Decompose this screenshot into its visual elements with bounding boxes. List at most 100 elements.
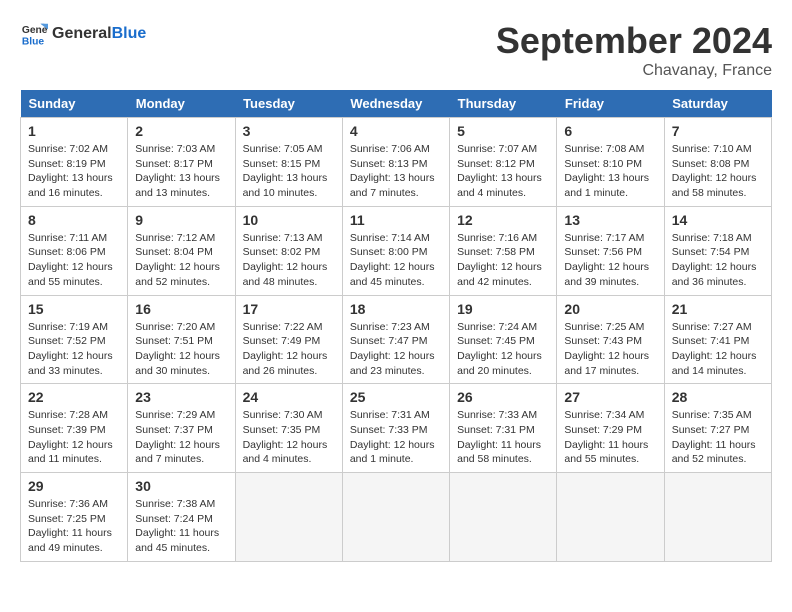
calendar-cell: 27 Sunrise: 7:34 AMSunset: 7:29 PMDayligh…	[557, 384, 664, 473]
day-number: 19	[457, 301, 549, 317]
calendar-cell: 23 Sunrise: 7:29 AMSunset: 7:37 PMDayligh…	[128, 384, 235, 473]
location-title: Chavanay, France	[496, 62, 772, 80]
day-number: 7	[672, 123, 764, 139]
day-detail: Sunrise: 7:36 AMSunset: 7:25 PMDaylight:…	[28, 497, 120, 556]
calendar-cell: 28 Sunrise: 7:35 AMSunset: 7:27 PMDayligh…	[664, 384, 771, 473]
day-number: 17	[243, 301, 335, 317]
day-detail: Sunrise: 7:07 AMSunset: 8:12 PMDaylight:…	[457, 142, 549, 201]
calendar-cell: 9 Sunrise: 7:12 AMSunset: 8:04 PMDaylight…	[128, 206, 235, 295]
calendar-cell: 22Sunrise: 7:28 AMSunset: 7:39 PMDayligh…	[21, 384, 128, 473]
calendar-cell: 15Sunrise: 7:19 AMSunset: 7:52 PMDayligh…	[21, 295, 128, 384]
day-number: 26	[457, 389, 549, 405]
day-detail: Sunrise: 7:30 AMSunset: 7:35 PMDaylight:…	[243, 408, 335, 467]
calendar-cell: 25Sunrise: 7:31 AMSunset: 7:33 PMDayligh…	[342, 384, 449, 473]
day-detail: Sunrise: 7:06 AMSunset: 8:13 PMDaylight:…	[350, 142, 442, 201]
day-detail: Sunrise: 7:33 AMSunset: 7:31 PMDaylight:…	[457, 408, 549, 467]
week-row-2: 8 Sunrise: 7:11 AMSunset: 8:06 PMDaylight…	[21, 206, 772, 295]
day-number: 10	[243, 212, 335, 228]
calendar-cell: 4Sunrise: 7:06 AMSunset: 8:13 PMDaylight…	[342, 118, 449, 207]
calendar-cell	[235, 473, 342, 562]
calendar-cell: 8 Sunrise: 7:11 AMSunset: 8:06 PMDaylight…	[21, 206, 128, 295]
day-number: 5	[457, 123, 549, 139]
calendar-cell: 20 Sunrise: 7:25 AMSunset: 7:43 PMDayligh…	[557, 295, 664, 384]
day-detail: Sunrise: 7:19 AMSunset: 7:52 PMDaylight:…	[28, 320, 120, 379]
day-number: 12	[457, 212, 549, 228]
day-detail: Sunrise: 7:10 AMSunset: 8:08 PMDaylight:…	[672, 142, 764, 201]
calendar-cell: 7 Sunrise: 7:10 AMSunset: 8:08 PMDaylight…	[664, 118, 771, 207]
day-number: 22	[28, 389, 120, 405]
logo-general: GeneralBlue	[52, 25, 146, 43]
col-header-tuesday: Tuesday	[235, 90, 342, 118]
svg-text:General: General	[22, 25, 48, 36]
calendar-cell: 6 Sunrise: 7:08 AMSunset: 8:10 PMDaylight…	[557, 118, 664, 207]
day-detail: Sunrise: 7:02 AMSunset: 8:19 PMDaylight:…	[28, 142, 120, 201]
day-number: 9	[135, 212, 227, 228]
calendar-cell: 1 Sunrise: 7:02 AMSunset: 8:19 PMDaylight…	[21, 118, 128, 207]
day-detail: Sunrise: 7:13 AMSunset: 8:02 PMDaylight:…	[243, 231, 335, 290]
col-header-friday: Friday	[557, 90, 664, 118]
calendar-cell	[557, 473, 664, 562]
day-detail: Sunrise: 7:29 AMSunset: 7:37 PMDaylight:…	[135, 408, 227, 467]
calendar-cell: 19 Sunrise: 7:24 AMSunset: 7:45 PMDayligh…	[450, 295, 557, 384]
day-detail: Sunrise: 7:12 AMSunset: 8:04 PMDaylight:…	[135, 231, 227, 290]
day-detail: Sunrise: 7:22 AMSunset: 7:49 PMDaylight:…	[243, 320, 335, 379]
header-row: SundayMondayTuesdayWednesdayThursdayFrid…	[21, 90, 772, 118]
calendar-cell: 26 Sunrise: 7:33 AMSunset: 7:31 PMDayligh…	[450, 384, 557, 473]
day-number: 11	[350, 212, 442, 228]
day-detail: Sunrise: 7:34 AMSunset: 7:29 PMDaylight:…	[564, 408, 656, 467]
week-row-4: 22Sunrise: 7:28 AMSunset: 7:39 PMDayligh…	[21, 384, 772, 473]
col-header-monday: Monday	[128, 90, 235, 118]
col-header-wednesday: Wednesday	[342, 90, 449, 118]
day-number: 6	[564, 123, 656, 139]
calendar-cell: 5 Sunrise: 7:07 AMSunset: 8:12 PMDaylight…	[450, 118, 557, 207]
calendar-cell: 11Sunrise: 7:14 AMSunset: 8:00 PMDayligh…	[342, 206, 449, 295]
day-detail: Sunrise: 7:24 AMSunset: 7:45 PMDaylight:…	[457, 320, 549, 379]
day-detail: Sunrise: 7:38 AMSunset: 7:24 PMDaylight:…	[135, 497, 227, 556]
day-number: 8	[28, 212, 120, 228]
week-row-1: 1 Sunrise: 7:02 AMSunset: 8:19 PMDaylight…	[21, 118, 772, 207]
day-number: 24	[243, 389, 335, 405]
calendar-cell: 16Sunrise: 7:20 AMSunset: 7:51 PMDayligh…	[128, 295, 235, 384]
calendar-cell: 17 Sunrise: 7:22 AMSunset: 7:49 PMDayligh…	[235, 295, 342, 384]
day-number: 2	[135, 123, 227, 139]
day-number: 23	[135, 389, 227, 405]
calendar-cell: 30Sunrise: 7:38 AMSunset: 7:24 PMDayligh…	[128, 473, 235, 562]
col-header-saturday: Saturday	[664, 90, 771, 118]
col-header-sunday: Sunday	[21, 90, 128, 118]
day-detail: Sunrise: 7:11 AMSunset: 8:06 PMDaylight:…	[28, 231, 120, 290]
calendar-cell: 29 Sunrise: 7:36 AMSunset: 7:25 PMDayligh…	[21, 473, 128, 562]
day-number: 29	[28, 478, 120, 494]
day-detail: Sunrise: 7:27 AMSunset: 7:41 PMDaylight:…	[672, 320, 764, 379]
calendar-cell: 3Sunrise: 7:05 AMSunset: 8:15 PMDaylight…	[235, 118, 342, 207]
day-number: 18	[350, 301, 442, 317]
day-detail: Sunrise: 7:17 AMSunset: 7:56 PMDaylight:…	[564, 231, 656, 290]
day-number: 20	[564, 301, 656, 317]
calendar-table: SundayMondayTuesdayWednesdayThursdayFrid…	[20, 90, 772, 562]
day-detail: Sunrise: 7:23 AMSunset: 7:47 PMDaylight:…	[350, 320, 442, 379]
day-number: 27	[564, 389, 656, 405]
day-number: 13	[564, 212, 656, 228]
logo-icon: General Blue	[20, 20, 48, 48]
day-detail: Sunrise: 7:16 AMSunset: 7:58 PMDaylight:…	[457, 231, 549, 290]
calendar-cell: 18 Sunrise: 7:23 AMSunset: 7:47 PMDayligh…	[342, 295, 449, 384]
day-detail: Sunrise: 7:18 AMSunset: 7:54 PMDaylight:…	[672, 231, 764, 290]
day-number: 28	[672, 389, 764, 405]
calendar-cell: 2 Sunrise: 7:03 AMSunset: 8:17 PMDaylight…	[128, 118, 235, 207]
week-row-3: 15Sunrise: 7:19 AMSunset: 7:52 PMDayligh…	[21, 295, 772, 384]
calendar-cell: 12 Sunrise: 7:16 AMSunset: 7:58 PMDayligh…	[450, 206, 557, 295]
logo: General Blue GeneralBlue	[20, 20, 146, 48]
day-detail: Sunrise: 7:31 AMSunset: 7:33 PMDaylight:…	[350, 408, 442, 467]
day-number: 3	[243, 123, 335, 139]
day-detail: Sunrise: 7:20 AMSunset: 7:51 PMDaylight:…	[135, 320, 227, 379]
calendar-cell: 21Sunrise: 7:27 AMSunset: 7:41 PMDayligh…	[664, 295, 771, 384]
day-number: 14	[672, 212, 764, 228]
day-detail: Sunrise: 7:35 AMSunset: 7:27 PMDaylight:…	[672, 408, 764, 467]
col-header-thursday: Thursday	[450, 90, 557, 118]
day-number: 1	[28, 123, 120, 139]
day-detail: Sunrise: 7:08 AMSunset: 8:10 PMDaylight:…	[564, 142, 656, 201]
day-detail: Sunrise: 7:25 AMSunset: 7:43 PMDaylight:…	[564, 320, 656, 379]
day-detail: Sunrise: 7:03 AMSunset: 8:17 PMDaylight:…	[135, 142, 227, 201]
svg-text:Blue: Blue	[22, 36, 45, 47]
calendar-cell: 24 Sunrise: 7:30 AMSunset: 7:35 PMDayligh…	[235, 384, 342, 473]
calendar-cell: 10 Sunrise: 7:13 AMSunset: 8:02 PMDayligh…	[235, 206, 342, 295]
